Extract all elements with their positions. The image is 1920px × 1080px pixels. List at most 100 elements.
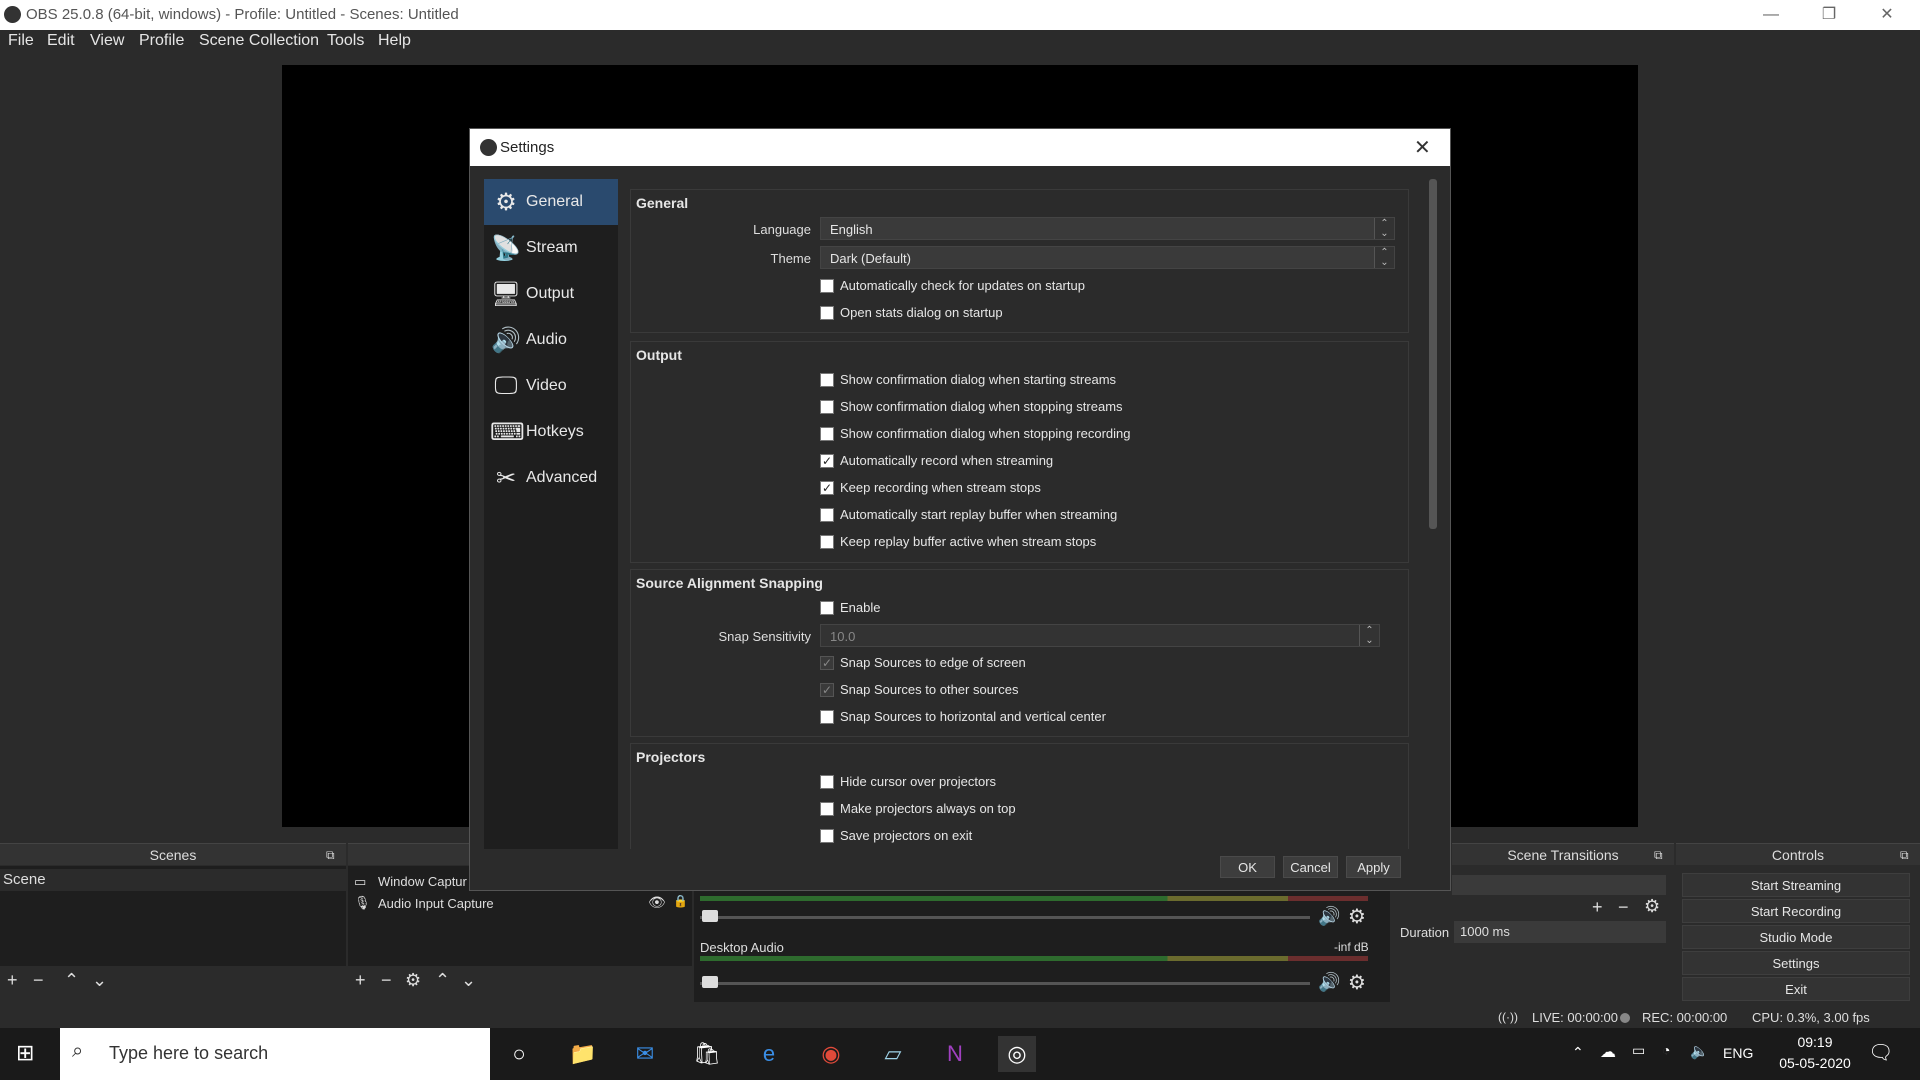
menu-scene-collection[interactable]: Scene Collection xyxy=(199,32,319,50)
ok-button[interactable]: OK xyxy=(1220,856,1275,878)
cancel-button[interactable]: Cancel xyxy=(1283,856,1338,878)
remove-icon[interactable]: − xyxy=(1618,897,1629,918)
checkbox[interactable] xyxy=(820,829,834,843)
clock-date[interactable]: 05-05-2020 xyxy=(1765,1055,1865,1071)
notepad-icon[interactable]: ▱ xyxy=(874,1036,912,1072)
checkbox[interactable]: ✓ xyxy=(820,481,834,495)
wifi-icon[interactable]: ◔ xyxy=(1662,1042,1670,1058)
duration-input[interactable]: 1000 ms xyxy=(1454,921,1666,943)
settings-button[interactable]: Settings xyxy=(1682,951,1910,975)
move-up-icon[interactable]: ⌃ xyxy=(435,970,450,991)
sidebar-item-advanced[interactable]: ✂ Advanced xyxy=(484,455,618,501)
volume-slider[interactable] xyxy=(700,982,1310,985)
lock-icon[interactable]: 🔒 xyxy=(673,894,688,908)
volume-slider[interactable] xyxy=(700,916,1310,919)
checkbox[interactable] xyxy=(820,373,834,387)
restore-button[interactable]: ❐ xyxy=(1800,0,1858,30)
sidebar-item-output[interactable]: 🖥 Output xyxy=(484,271,618,317)
move-up-icon[interactable]: ⌃ xyxy=(64,970,79,991)
start-streaming-button[interactable]: Start Streaming xyxy=(1682,873,1910,897)
add-icon[interactable]: + xyxy=(1592,897,1603,918)
sidebar-item-audio[interactable]: 🔊 Audio xyxy=(484,317,618,363)
window-title: OBS 25.0.8 (64-bit, windows) - Profile: … xyxy=(26,6,459,23)
battery-icon[interactable]: ▭ xyxy=(1632,1042,1645,1059)
chevron-up-icon[interactable]: ⌃ xyxy=(1572,1044,1584,1061)
edge-icon[interactable]: e xyxy=(750,1036,788,1072)
menu-help[interactable]: Help xyxy=(378,32,411,50)
onenote-icon[interactable]: N xyxy=(936,1036,974,1072)
studio-mode-button[interactable]: Studio Mode xyxy=(1682,925,1910,949)
theme-select[interactable]: Dark (Default) ⌃ ⌄ xyxy=(820,246,1395,269)
checkbox[interactable] xyxy=(820,279,834,293)
checkbox[interactable] xyxy=(820,601,834,615)
speaker-icon[interactable]: 🔊 xyxy=(1318,906,1340,927)
transitions-dock-header: Scene Transitions ⧉ xyxy=(1452,843,1674,865)
checkbox[interactable]: ✓ xyxy=(820,454,834,468)
apply-button[interactable]: Apply xyxy=(1346,856,1401,878)
checkbox[interactable]: ✓ xyxy=(820,683,834,697)
scrollbar-thumb[interactable] xyxy=(1429,179,1437,529)
move-down-icon[interactable]: ⌄ xyxy=(461,970,476,991)
obs-icon[interactable]: ◎ xyxy=(998,1036,1036,1072)
source-item[interactable]: Window Captur xyxy=(378,874,467,889)
volume-slider-handle[interactable] xyxy=(702,910,718,922)
menu-tools[interactable]: Tools xyxy=(327,32,364,50)
checkbox[interactable] xyxy=(820,427,834,441)
sidebar-item-video[interactable]: 🖵 Video xyxy=(484,363,618,409)
checkbox[interactable]: ✓ xyxy=(820,656,834,670)
windows-start-icon[interactable]: ⊞ xyxy=(16,1040,34,1066)
checkbox[interactable] xyxy=(820,710,834,724)
notification-icon[interactable]: 🗨 xyxy=(1868,1040,1893,1065)
transition-select[interactable] xyxy=(1452,875,1666,895)
close-icon[interactable]: ✕ xyxy=(1414,135,1431,160)
remove-icon[interactable]: − xyxy=(33,970,44,991)
menu-file[interactable]: File xyxy=(8,32,34,50)
onedrive-icon[interactable]: ☁ xyxy=(1600,1042,1616,1062)
checkbox[interactable] xyxy=(820,775,834,789)
dock-float-icon[interactable]: ⧉ xyxy=(1900,844,1909,866)
clock-time[interactable]: 09:19 xyxy=(1785,1034,1845,1050)
move-down-icon[interactable]: ⌄ xyxy=(92,970,107,991)
volume-icon[interactable]: 🔈 xyxy=(1690,1042,1709,1060)
menu-edit[interactable]: Edit xyxy=(47,32,75,50)
gear-icon[interactable]: ⚙ xyxy=(405,970,421,991)
scene-item[interactable]: Scene xyxy=(0,869,346,891)
volume-slider-handle[interactable] xyxy=(702,976,718,988)
checkbox[interactable] xyxy=(820,306,834,320)
snap-sensitivity-input[interactable]: 10.0 ⌃ ⌄ xyxy=(820,624,1380,647)
language-select[interactable]: English ⌃ ⌄ xyxy=(820,217,1395,240)
remove-icon[interactable]: − xyxy=(381,970,392,991)
sidebar-item-general[interactable]: ⚙ General xyxy=(484,179,618,225)
speaker-icon[interactable]: 🔊 xyxy=(1318,972,1340,993)
dock-float-icon[interactable]: ⧉ xyxy=(326,844,335,866)
taskbar-search[interactable]: ⌕ Type here to search xyxy=(60,1028,490,1080)
checkbox[interactable] xyxy=(820,535,834,549)
menu-profile[interactable]: Profile xyxy=(139,32,184,50)
gear-icon[interactable]: ⚙ xyxy=(1348,970,1366,995)
close-button[interactable]: ✕ xyxy=(1858,0,1916,30)
add-icon[interactable]: + xyxy=(355,970,366,991)
add-icon[interactable]: + xyxy=(7,970,18,991)
mail-icon[interactable]: ✉ xyxy=(626,1036,664,1072)
store-icon[interactable]: 🛍 xyxy=(688,1036,726,1072)
sidebar-item-stream[interactable]: 📡 Stream xyxy=(484,225,618,271)
dock-float-icon[interactable]: ⧉ xyxy=(1654,844,1663,866)
language-indicator[interactable]: ENG xyxy=(1723,1045,1753,1061)
sidebar-item-hotkeys[interactable]: ⌨ Hotkeys xyxy=(484,409,618,455)
gear-icon[interactable]: ⚙ xyxy=(1348,904,1366,929)
eye-icon[interactable]: 👁 xyxy=(648,894,666,911)
minimize-button[interactable]: — xyxy=(1742,0,1800,30)
exit-button[interactable]: Exit xyxy=(1682,977,1910,1001)
file-explorer-icon[interactable]: 📁 xyxy=(564,1036,602,1072)
spin-arrows-icon[interactable]: ⌃ ⌄ xyxy=(1359,625,1379,646)
chrome-icon[interactable]: ◉ xyxy=(812,1036,850,1072)
menu-view[interactable]: View xyxy=(90,32,124,50)
start-recording-button[interactable]: Start Recording xyxy=(1682,899,1910,923)
gear-icon[interactable]: ⚙ xyxy=(1644,896,1660,917)
checkbox[interactable] xyxy=(820,508,834,522)
checkbox[interactable] xyxy=(820,400,834,414)
task-view-icon[interactable]: ○ xyxy=(500,1036,538,1072)
source-item[interactable]: Audio Input Capture xyxy=(378,896,494,911)
settings-scrollbar[interactable] xyxy=(1428,179,1438,849)
checkbox[interactable] xyxy=(820,802,834,816)
